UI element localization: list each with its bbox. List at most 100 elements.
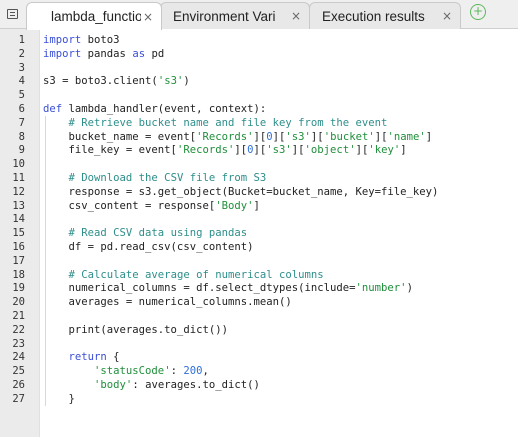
code-line[interactable]: 'body': averages.to_dict() xyxy=(43,378,260,392)
line-number: 18 xyxy=(12,268,25,281)
line-number: 21 xyxy=(12,310,25,322)
code-line[interactable]: s3 = boto3.client('s3') xyxy=(43,74,190,88)
code-token: pandas xyxy=(81,47,133,60)
code-token: # Retrieve bucket name and file key from… xyxy=(68,116,388,129)
line-number: 4 xyxy=(18,75,25,88)
line-number: 14 xyxy=(12,213,25,226)
code-token: import xyxy=(43,47,82,60)
code-line[interactable]: file_key = event['Records'][0]['s3']['ob… xyxy=(43,143,407,157)
line-number: 8 xyxy=(18,130,25,143)
code-token: ][ xyxy=(374,130,388,143)
code-token: ][ xyxy=(291,144,305,157)
code-token: 'name' xyxy=(387,130,426,143)
code-token: ][ xyxy=(355,144,369,157)
code-token: numerical_columns = df.select_dtypes(inc… xyxy=(43,282,356,295)
code-token: def xyxy=(43,103,63,115)
code-token: s3 = boto3.client( xyxy=(43,75,158,88)
code-token: 200 xyxy=(183,365,203,378)
code-line[interactable]: averages = numerical_columns.mean() xyxy=(43,295,292,309)
code-token: as xyxy=(132,47,146,60)
code-token: # Calculate average of numerical columns xyxy=(68,268,324,281)
line-number: 27 xyxy=(12,392,25,405)
code-line[interactable]: response = s3.get_object(Bucket=bucket_n… xyxy=(43,185,439,199)
line-number: 5 xyxy=(18,89,25,102)
code-line[interactable]: 'statusCode': 200, xyxy=(43,364,209,378)
code-token: { xyxy=(106,351,120,364)
code-token: ][ xyxy=(253,144,267,157)
indent-guide xyxy=(45,115,46,406)
code-token: 'object' xyxy=(304,144,356,157)
code-token: 'key' xyxy=(368,144,401,157)
code-line[interactable]: csv_content = response['Body'] xyxy=(43,199,260,213)
line-number: 19 xyxy=(12,282,25,295)
line-number: 10 xyxy=(12,158,25,171)
code-token: ) xyxy=(406,282,413,295)
code-area[interactable]: import boto3 import pandas as pd s3 = boto… xyxy=(40,29,518,437)
code-token: file_key = event[ xyxy=(43,144,177,157)
code-token: } xyxy=(43,392,75,405)
code-line[interactable]: return { xyxy=(43,350,120,364)
tab-lambda-function[interactable]: lambda_function × xyxy=(26,2,162,30)
code-token: ) xyxy=(183,75,190,88)
line-number: 26 xyxy=(12,379,25,391)
close-icon[interactable]: × xyxy=(440,9,454,23)
code-token: : averages.to_dict() xyxy=(132,379,260,391)
code-line[interactable]: numerical_columns = df.select_dtypes(inc… xyxy=(43,281,413,295)
code-line[interactable]: # Retrieve bucket name and file key from… xyxy=(43,116,388,130)
tab-label: Environment Vari xyxy=(173,8,276,24)
code-token: 's3' xyxy=(285,130,311,143)
line-number: 20 xyxy=(12,296,25,309)
code-token: print(averages.to_dict()) xyxy=(43,323,228,336)
tab-environment-variables[interactable]: Environment Vari × xyxy=(160,2,310,29)
code-token: ] xyxy=(400,144,407,157)
code-line[interactable]: df = pd.read_csv(csv_content) xyxy=(43,240,254,254)
code-token: lambda_handler(event, context): xyxy=(62,103,267,115)
close-icon[interactable]: × xyxy=(289,9,303,23)
code-token: pd xyxy=(145,47,165,60)
editor-menu-button[interactable] xyxy=(0,0,24,28)
code-line[interactable]: print(averages.to_dict()) xyxy=(43,323,228,337)
line-number: 9 xyxy=(18,144,25,157)
line-number: 22 xyxy=(12,323,25,336)
tab-label: lambda_function xyxy=(51,9,141,24)
line-number: 1 xyxy=(18,34,25,46)
tab-bar: lambda_function × Environment Vari × Exe… xyxy=(0,0,518,30)
code-token: 'Records' xyxy=(176,144,235,157)
code-token: ] xyxy=(253,199,260,212)
code-line[interactable]: bucket_name = event['Records'][0]['s3'][… xyxy=(43,130,433,144)
line-number: 24 xyxy=(12,351,25,364)
code-token: ] xyxy=(425,130,433,143)
code-token: , xyxy=(202,365,209,378)
code-line[interactable]: import boto3 xyxy=(43,33,120,47)
line-number: 6 xyxy=(18,103,25,115)
editor-menu-icon[interactable] xyxy=(6,9,18,19)
line-number: 11 xyxy=(12,172,25,184)
code-token: return xyxy=(68,351,107,364)
code-line[interactable]: def lambda_handler(event, context): xyxy=(43,102,266,116)
line-number: 25 xyxy=(12,365,25,378)
code-token: 'bucket' xyxy=(323,130,375,143)
line-number: 3 xyxy=(18,61,25,74)
line-number: 12 xyxy=(12,185,25,198)
line-number: 15 xyxy=(12,227,25,240)
close-icon[interactable]: × xyxy=(141,10,155,24)
code-line[interactable]: # Read CSV data using pandas xyxy=(43,226,248,240)
code-line[interactable]: } xyxy=(43,392,75,406)
code-token: 's3' xyxy=(266,144,292,157)
code-token: ][ xyxy=(234,144,248,157)
code-token: averages = numerical_columns.mean() xyxy=(43,296,292,309)
tab-execution-results[interactable]: Execution results × xyxy=(309,2,461,29)
add-tab-icon[interactable]: + xyxy=(470,4,486,20)
line-number-gutter: 1 2 3 4 5 6 7 8 9 10 11 12 13 14 15 16 17 18 19 20 21 22 23 24 2… xyxy=(0,29,40,437)
code-editor: lambda_function × Environment Vari × Exe… xyxy=(0,0,518,437)
code-line[interactable]: import pandas as pd xyxy=(43,47,164,61)
code-line[interactable]: # Calculate average of numerical columns xyxy=(43,268,324,282)
line-number: 7 xyxy=(18,116,25,129)
code-line[interactable]: # Download the CSV file from S3 xyxy=(43,171,267,185)
code-token: response = s3.get_object(Bucket=bucket_n… xyxy=(43,185,439,198)
code-token: df = pd.read_csv(csv_content) xyxy=(43,241,254,253)
line-number: 17 xyxy=(12,254,25,267)
